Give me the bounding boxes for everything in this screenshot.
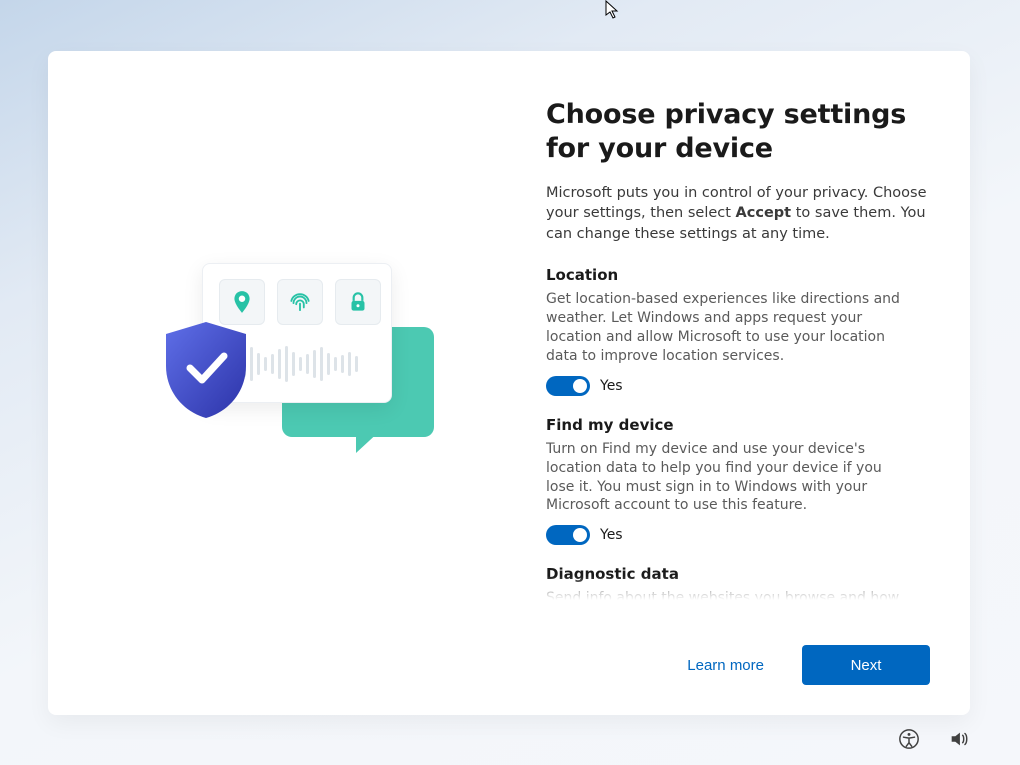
shield-check-icon — [160, 318, 252, 422]
next-button[interactable]: Next — [802, 645, 930, 685]
fingerprint-icon — [277, 279, 323, 325]
volume-icon[interactable] — [948, 728, 970, 754]
setting-location: Location Get location-based experiences … — [546, 266, 930, 396]
settings-scroll-area[interactable]: Location Get location-based experiences … — [546, 266, 930, 606]
privacy-settings-card: Choose privacy settings for your device … — [48, 51, 970, 715]
footer-buttons: Learn more Next — [679, 645, 930, 685]
chat-bubble-tail — [356, 418, 394, 453]
page-title: Choose privacy settings for your device — [546, 98, 930, 166]
lock-icon — [335, 279, 381, 325]
location-toggle[interactable] — [546, 376, 590, 396]
learn-more-link[interactable]: Learn more — [679, 647, 772, 684]
content-area: Choose privacy settings for your device … — [546, 51, 970, 715]
setting-title: Location — [546, 266, 930, 284]
setting-diagnostic-data: Diagnostic data Send info about the webs… — [546, 565, 930, 606]
setting-title: Diagnostic data — [546, 565, 930, 583]
mouse-cursor — [605, 0, 621, 18]
privacy-illustration — [162, 263, 432, 473]
setting-title: Find my device — [546, 416, 930, 434]
toggle-row: Yes — [546, 376, 930, 396]
illustration-area — [48, 51, 546, 715]
setting-description: Get location-based experiences like dire… — [546, 290, 930, 366]
toggle-label: Yes — [600, 527, 623, 543]
system-tray — [898, 728, 970, 754]
toggle-label: Yes — [600, 378, 623, 394]
setting-find-my-device: Find my device Turn on Find my device an… — [546, 416, 930, 546]
toggle-row: Yes — [546, 525, 930, 545]
intro-text: Microsoft puts you in control of your pr… — [546, 183, 930, 245]
setting-description: Turn on Find my device and use your devi… — [546, 440, 930, 516]
accessibility-icon[interactable] — [898, 728, 920, 754]
intro-bold: Accept — [736, 205, 792, 221]
find-my-device-toggle[interactable] — [546, 525, 590, 545]
setting-description: Send info about the websites you browse … — [546, 589, 930, 606]
